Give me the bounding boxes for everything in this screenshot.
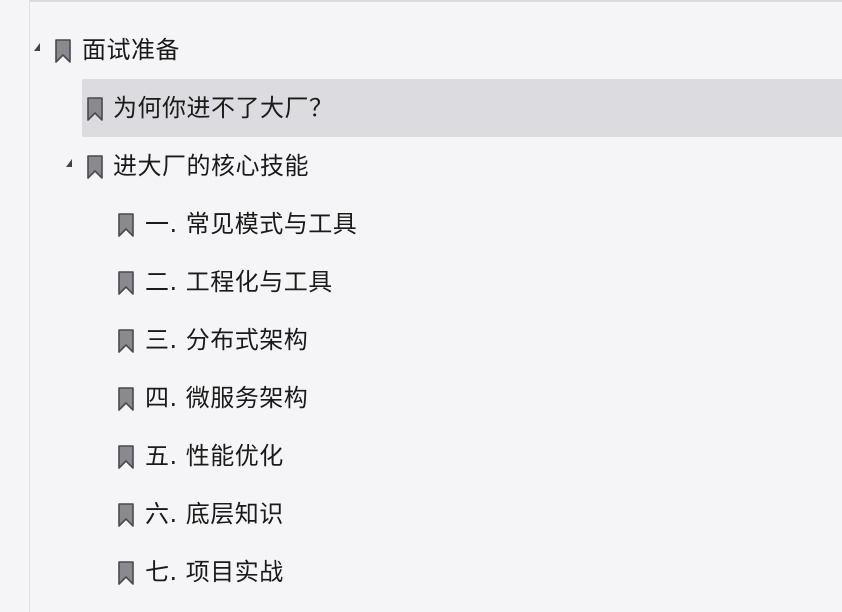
outline-item-label: 七. 项目实战 bbox=[145, 558, 284, 586]
outline-item-label: 六. 底层知识 bbox=[145, 500, 284, 528]
outline-item-performance[interactable]: 五. 性能优化 bbox=[0, 427, 842, 485]
outline-item-why-not-big-company[interactable]: 为何你进不了大厂？ bbox=[0, 79, 842, 137]
bookmark-icon bbox=[86, 96, 104, 122]
outline-item-label: 进大厂的核心技能 bbox=[113, 152, 309, 180]
outline-item-label: 三. 分布式架构 bbox=[145, 326, 309, 354]
bookmark-icon bbox=[117, 560, 135, 586]
panel-top-border bbox=[30, 0, 842, 2]
outline-item-low-level[interactable]: 六. 底层知识 bbox=[0, 485, 842, 543]
triangle-expanded-icon[interactable] bbox=[66, 159, 72, 167]
bookmark-icon bbox=[54, 38, 72, 64]
bookmark-icon bbox=[117, 386, 135, 412]
bookmark-icon bbox=[117, 212, 135, 238]
bookmark-icon bbox=[117, 328, 135, 354]
triangle-expanded-icon[interactable] bbox=[34, 43, 40, 51]
outline-item-label: 面试准备 bbox=[82, 36, 180, 64]
outline-item-distributed-arch[interactable]: 三. 分布式架构 bbox=[0, 311, 842, 369]
outline-item-common-patterns[interactable]: 一. 常见模式与工具 bbox=[0, 195, 842, 253]
outline-item-projects[interactable]: 七. 项目实战 bbox=[0, 543, 842, 601]
outline-item-label: 二. 工程化与工具 bbox=[145, 268, 333, 296]
bookmark-icon bbox=[117, 502, 135, 528]
outline-item-core-skills[interactable]: 进大厂的核心技能 bbox=[0, 137, 842, 195]
outline-item-interview-prep[interactable]: 面试准备 bbox=[0, 21, 842, 79]
outline-item-label: 一. 常见模式与工具 bbox=[145, 210, 358, 238]
outline-item-microservices[interactable]: 四. 微服务架构 bbox=[0, 369, 842, 427]
bookmarks-panel: 面试准备 为何你进不了大厂？ 进大厂的核心技能 一. 常见模式与工具 二. 工程… bbox=[0, 0, 842, 612]
outline-item-engineering[interactable]: 二. 工程化与工具 bbox=[0, 253, 842, 311]
outline-item-label: 为何你进不了大厂？ bbox=[113, 94, 334, 122]
bookmark-icon bbox=[117, 270, 135, 296]
bookmark-icon bbox=[86, 154, 104, 180]
outline-item-label: 四. 微服务架构 bbox=[145, 384, 309, 412]
outline-item-label: 五. 性能优化 bbox=[145, 442, 284, 470]
bookmark-icon bbox=[117, 444, 135, 470]
